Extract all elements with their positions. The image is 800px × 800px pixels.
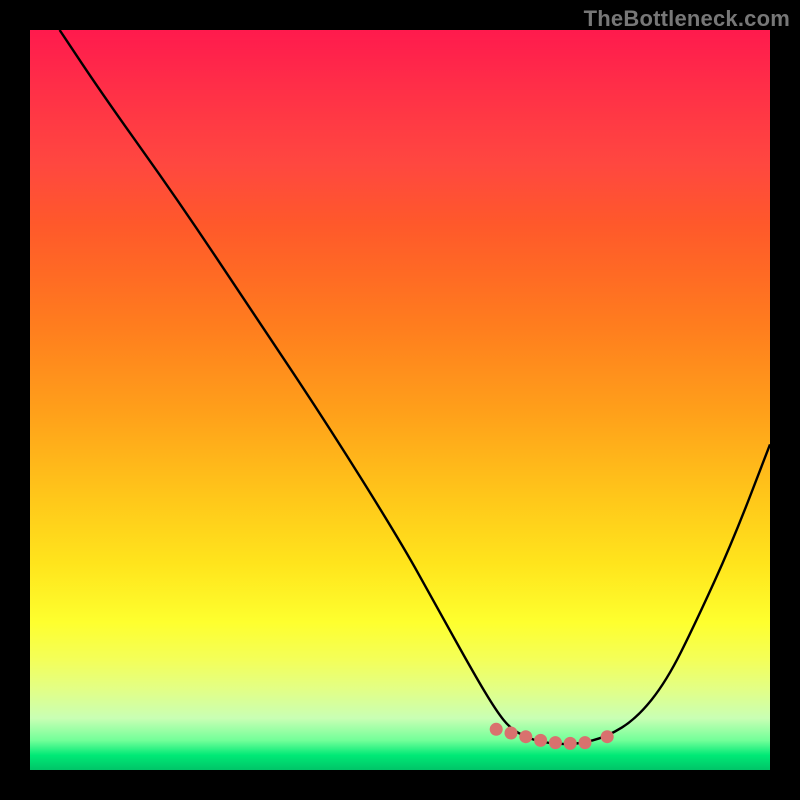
flat-dot: [490, 723, 503, 736]
flat-dot: [601, 730, 614, 743]
flat-dot: [534, 734, 547, 747]
flat-dot: [564, 737, 577, 750]
flat-dot: [505, 727, 518, 740]
flat-dot: [519, 730, 532, 743]
plot-area: [30, 30, 770, 770]
flat-dot: [579, 736, 592, 749]
figure-frame: TheBottleneck.com: [0, 0, 800, 800]
watermark-text: TheBottleneck.com: [584, 6, 790, 32]
bottleneck-curve-svg: [30, 30, 770, 770]
bottleneck-curve-path: [60, 30, 770, 744]
flat-region-dots: [490, 723, 614, 750]
flat-dot: [549, 736, 562, 749]
